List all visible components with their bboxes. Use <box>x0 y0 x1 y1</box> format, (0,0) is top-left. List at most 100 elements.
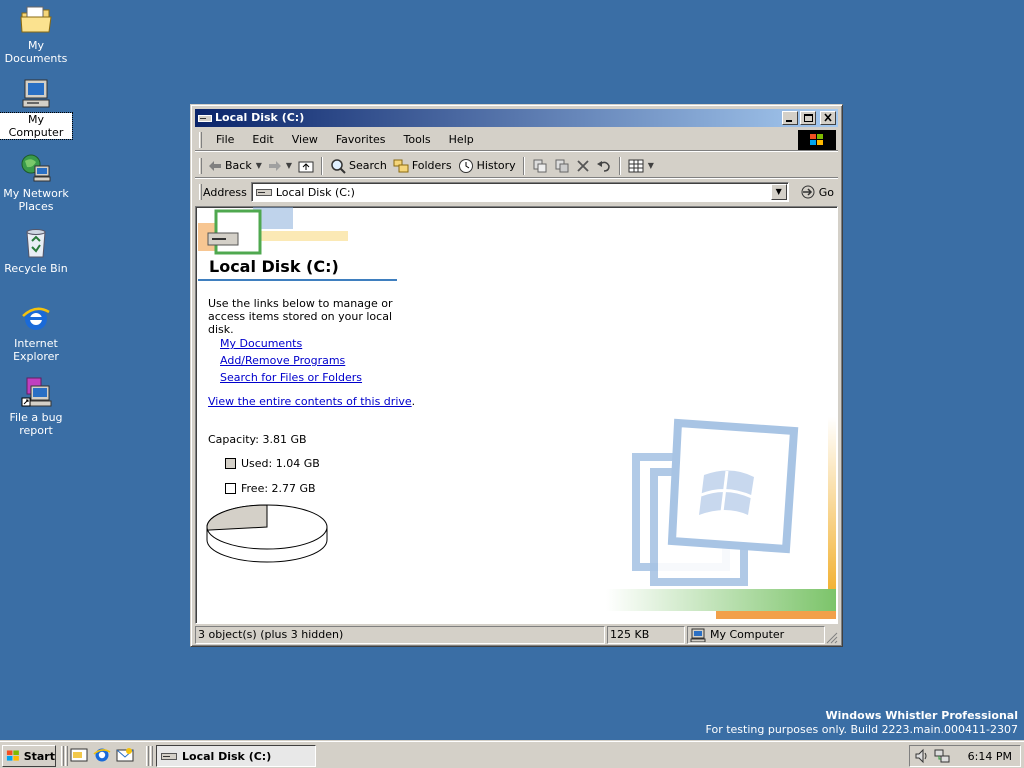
forward-button[interactable]: ▼ <box>265 155 295 177</box>
back-arrow-icon <box>209 160 221 171</box>
address-input[interactable]: Local Disk (C:) ▼ <box>250 182 789 202</box>
link-add-remove-programs[interactable]: Add/Remove Programs <box>220 352 362 369</box>
status-objects-text: 3 object(s) (plus 3 hidden) <box>198 628 344 641</box>
close-icon <box>824 113 832 122</box>
views-button[interactable]: ▼ <box>625 155 657 177</box>
desktop-icon-network-places[interactable]: My Network Places <box>0 152 72 213</box>
address-bar: Address Local Disk (C:) ▼ Go <box>195 180 838 204</box>
menu-favorites[interactable]: Favorites <box>327 130 395 150</box>
addressbar-grip[interactable] <box>199 184 202 200</box>
back-label: Back <box>225 159 252 172</box>
quicklaunch-grip[interactable] <box>65 746 68 766</box>
windows-flag-icon <box>810 134 823 145</box>
used-swatch <box>225 458 236 469</box>
toolbar-separator <box>522 156 525 175</box>
undo-button[interactable] <box>593 155 615 177</box>
copy-to-button[interactable] <box>551 155 573 177</box>
link-my-documents[interactable]: My Documents <box>220 335 362 352</box>
move-to-button[interactable] <box>529 155 551 177</box>
window-titlebar[interactable]: Local Disk (C:) <box>195 109 838 127</box>
clock[interactable]: 6:14 PM <box>968 750 1012 763</box>
desktop-icon-my-computer[interactable]: My Computer <box>0 78 73 140</box>
status-location-text: My Computer <box>710 628 785 641</box>
network-places-icon <box>21 154 51 182</box>
show-desktop-icon[interactable] <box>70 747 88 763</box>
history-icon <box>458 158 473 173</box>
my-computer-icon <box>22 79 50 108</box>
windows-watermark-graphic <box>606 417 836 619</box>
address-dropdown-button[interactable]: ▼ <box>770 184 787 200</box>
link-view-entire-contents[interactable]: View the entire contents of this drive <box>208 395 412 408</box>
bug-report-icon <box>21 377 52 407</box>
history-button[interactable]: History <box>455 155 519 177</box>
desktop-icon-label: My Network Places <box>3 187 69 213</box>
legend-free: Free: 2.77 GB <box>225 482 316 495</box>
desktop-icon-label: My Computer <box>0 112 73 140</box>
used-label: Used: 1.04 GB <box>241 457 320 470</box>
menu-file[interactable]: File <box>207 130 243 150</box>
recycle-bin-icon <box>26 229 46 258</box>
delete-button[interactable] <box>573 155 593 177</box>
drive-icon <box>198 115 212 122</box>
quicklaunch-grip[interactable] <box>61 746 64 766</box>
toolbar-grip[interactable] <box>199 158 202 174</box>
start-button[interactable]: Start <box>2 745 56 767</box>
folders-button[interactable]: Folders <box>390 155 455 177</box>
desktop-icon-internet-explorer[interactable]: Internet Explorer <box>0 302 72 363</box>
desktop-icon-label: Internet Explorer <box>13 337 59 363</box>
back-dropdown-icon[interactable]: ▼ <box>256 161 262 170</box>
forward-dropdown-icon[interactable]: ▼ <box>286 161 292 170</box>
title-underline <box>198 279 397 281</box>
pie-used-slice <box>206 504 268 531</box>
taskbar-button-label: Local Disk (C:) <box>182 749 272 763</box>
search-button[interactable]: Search <box>327 155 390 177</box>
start-label: Start <box>23 749 55 763</box>
disk-usage-pie <box>206 504 328 563</box>
taskbar-grip[interactable] <box>150 746 153 766</box>
menu-view[interactable]: View <box>283 130 327 150</box>
menu-help[interactable]: Help <box>440 130 483 150</box>
resize-grip-icon[interactable] <box>826 632 838 644</box>
internet-explorer-icon[interactable] <box>93 747 111 763</box>
desktop-icon-label: My Documents <box>4 39 68 65</box>
link-search-files[interactable]: Search for Files or Folders <box>220 369 362 386</box>
desktop-icon-label: Recycle Bin <box>4 262 68 275</box>
menu-edit[interactable]: Edit <box>243 130 282 150</box>
volume-icon[interactable] <box>914 748 930 764</box>
address-label: Address <box>203 185 247 199</box>
search-icon <box>331 158 346 174</box>
my-computer-icon <box>690 628 706 642</box>
view-contents-period: . <box>411 395 416 408</box>
history-label: History <box>476 159 516 172</box>
minimize-button[interactable] <box>782 111 798 125</box>
menu-tools[interactable]: Tools <box>395 130 440 150</box>
back-button[interactable]: Back ▼ <box>205 155 265 177</box>
status-bar: 3 object(s) (plus 3 hidden) 125 KB My Co… <box>195 626 838 644</box>
toolbar-separator <box>321 156 324 175</box>
os-name: Windows Whistler Professional <box>825 709 1018 722</box>
desktop-icon-recycle-bin[interactable]: Recycle Bin <box>0 227 72 275</box>
windows-flag-icon <box>6 750 19 761</box>
free-label: Free: 2.77 GB <box>241 482 316 495</box>
status-location: My Computer <box>687 626 825 644</box>
header-graphic <box>198 207 348 255</box>
up-folder-button[interactable] <box>295 155 317 177</box>
desktop-icon-my-documents[interactable]: My Documents <box>0 4 72 65</box>
views-dropdown-icon[interactable]: ▼ <box>648 161 654 170</box>
task-links: My Documents Add/Remove Programs Search … <box>220 335 362 386</box>
menubar-grip[interactable] <box>199 132 202 148</box>
go-button[interactable]: Go <box>797 185 838 199</box>
folders-icon <box>393 159 409 172</box>
taskbar-grip[interactable] <box>146 746 149 766</box>
drive-icon <box>161 753 177 760</box>
views-icon <box>628 159 644 172</box>
desktop-icon-file-bug[interactable]: File a bug report <box>0 376 72 437</box>
outlook-express-icon[interactable] <box>116 747 134 763</box>
my-documents-icon <box>20 6 52 33</box>
close-button[interactable] <box>820 111 836 125</box>
toolbar-separator <box>618 156 621 175</box>
network-connection-icon[interactable] <box>934 748 950 764</box>
maximize-button[interactable] <box>800 111 816 125</box>
taskbar-button-local-disk[interactable]: Local Disk (C:) <box>156 745 316 767</box>
windows-logo <box>798 130 836 150</box>
